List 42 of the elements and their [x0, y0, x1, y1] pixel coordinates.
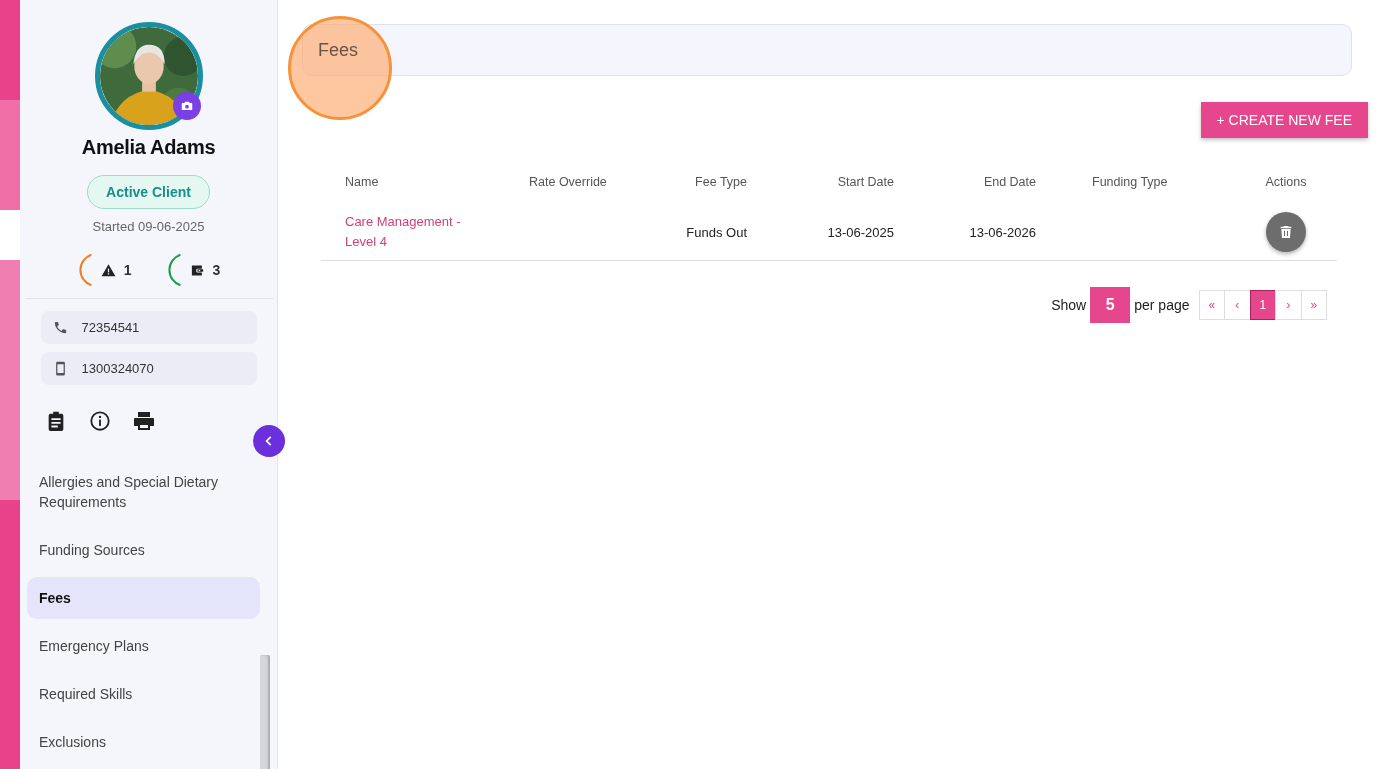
scrollbar[interactable] [260, 655, 270, 769]
fee-name-link[interactable]: Care Management - Level 4 [321, 212, 505, 252]
column-header: Actions [1264, 175, 1308, 189]
stat-count: 1 [123, 262, 132, 278]
per-page-label: per page [1134, 297, 1190, 313]
page-title: Fees [318, 39, 359, 61]
camera-icon [179, 99, 194, 113]
collapse-button[interactable] [253, 425, 285, 457]
phone-icon [52, 320, 68, 335]
contact-field[interactable]: 72354541 [40, 311, 257, 344]
column-header: Funding Type [1091, 175, 1169, 189]
per-page-select[interactable]: 5 [1090, 287, 1131, 323]
page-button[interactable]: ‹ [1224, 290, 1251, 320]
table-cell-text: 13-06-2025 [826, 224, 895, 240]
contact-field[interactable]: 1300324070 [40, 352, 257, 385]
page-button[interactable]: « [1198, 290, 1225, 320]
table-cell-text: 13-06-2026 [968, 224, 1037, 240]
info-icon[interactable] [88, 409, 112, 433]
table-cell-text: Funds Out [685, 224, 748, 240]
column-header: Name [344, 175, 380, 189]
column-header: Fee Type [694, 175, 748, 189]
page-button[interactable]: › [1275, 290, 1302, 320]
warning-icon [100, 262, 116, 278]
nav-item[interactable]: Allergies and Special Dietary Requirements [27, 461, 260, 523]
column-header: End Date [982, 175, 1037, 189]
page-button[interactable]: » [1300, 290, 1327, 320]
nav-item[interactable]: Required Skills [27, 673, 260, 715]
stat-count: 3 [212, 262, 221, 278]
client-name: Amelia Adams [81, 136, 216, 159]
column-header: Start Date [836, 175, 895, 189]
print-icon[interactable] [132, 409, 156, 433]
nav-item[interactable]: Funding Sources [27, 529, 260, 571]
create-button[interactable]: + CREATE NEW FEE [1200, 102, 1368, 138]
start-date: Started 09-06-2025 [92, 219, 205, 234]
show-label: Show [1051, 297, 1087, 313]
trash-icon [1278, 224, 1294, 240]
delete-button[interactable] [1266, 212, 1306, 252]
column-header: Rate Override [528, 175, 608, 189]
nav-item[interactable]: Exclusions [27, 721, 260, 763]
nav-item[interactable]: Fees [27, 577, 260, 619]
status-badge: Active Client [87, 175, 210, 209]
nav-item[interactable]: Emergency Plans [27, 625, 260, 667]
